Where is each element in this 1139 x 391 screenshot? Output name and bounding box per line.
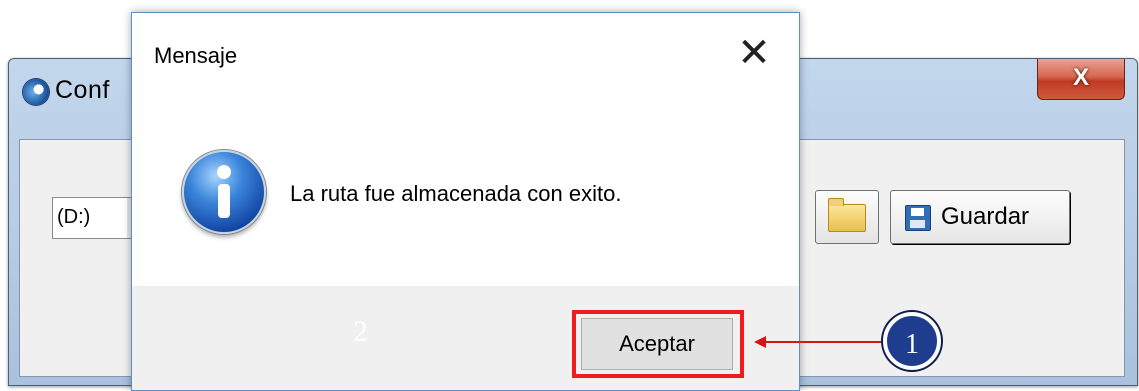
background-window-title: Conf: [55, 76, 110, 104]
app-icon: [23, 79, 49, 105]
footer-step-number: 2: [353, 315, 368, 348]
dialog-message: La ruta fue almacenada con exito.: [290, 181, 622, 206]
annotation-arrow-line: [758, 341, 886, 343]
folder-icon: [828, 198, 866, 232]
message-dialog: Mensaje ✕ La ruta fue almacenada con exi…: [131, 12, 800, 391]
path-value: (D:): [57, 206, 91, 228]
save-button[interactable]: Guardar: [890, 190, 1070, 244]
dialog-title: Mensaje: [154, 43, 238, 68]
background-close-button[interactable]: X: [1037, 59, 1125, 100]
annotation-arrow-head: [754, 336, 766, 348]
floppy-disk-icon: [905, 205, 931, 231]
close-icon[interactable]: ✕: [730, 31, 778, 79]
dialog-footer: 2 Aceptar: [132, 286, 799, 390]
accept-highlight: Aceptar: [572, 310, 744, 378]
save-button-label: Guardar: [941, 203, 1030, 230]
browse-folder-button[interactable]: [815, 190, 879, 244]
accept-button[interactable]: Aceptar: [581, 318, 733, 370]
step-badge: 1: [883, 312, 941, 370]
info-icon: [182, 150, 266, 234]
